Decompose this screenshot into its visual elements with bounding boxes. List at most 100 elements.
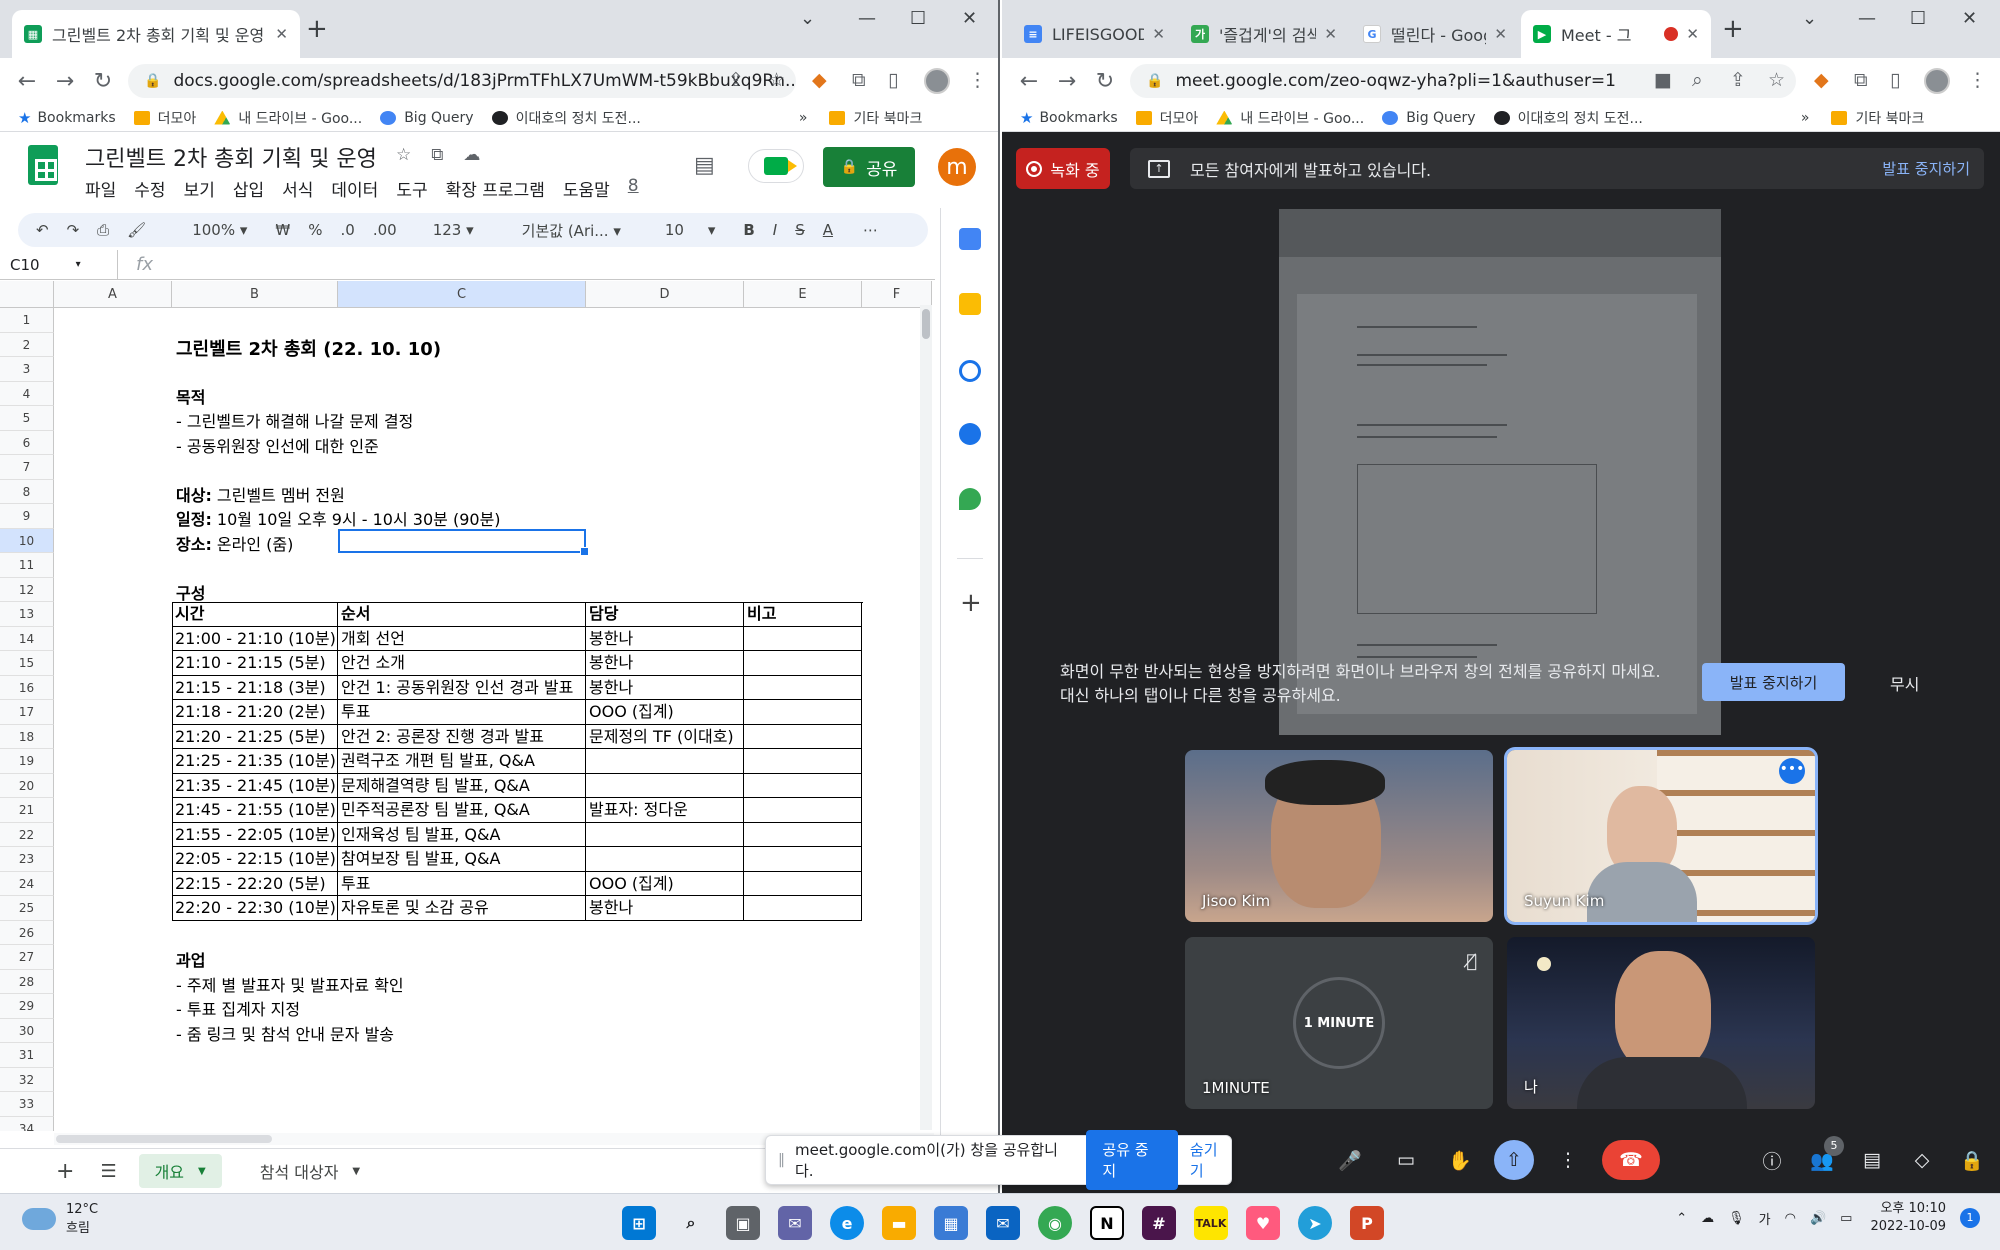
paint-format-icon[interactable]: 🖌: [127, 221, 146, 239]
table-cell[interactable]: 21:15 - 21:18 (3분): [172, 675, 338, 700]
notification-badge[interactable]: 1: [1960, 1208, 1980, 1228]
tasks-icon[interactable]: [959, 360, 981, 382]
table-cell[interactable]: 자유토론 및 소감 공유: [338, 896, 586, 921]
table-cell[interactable]: 21:10 - 21:15 (5분): [172, 651, 338, 676]
activities-icon[interactable]: ◇: [1902, 1140, 1942, 1180]
table-cell[interactable]: [744, 798, 862, 823]
tab-lifeisgoodday[interactable]: ≡LIFEISGOODAY✕: [1012, 10, 1177, 58]
table-cell[interactable]: 21:25 - 21:35 (10분): [172, 749, 338, 774]
mail-icon[interactable]: ✉: [986, 1206, 1020, 1240]
menu-extensions[interactable]: 확장 프로그램: [446, 176, 545, 201]
table-cell[interactable]: 22:20 - 22:30 (10분): [172, 896, 338, 921]
sheet-tab-attendees[interactable]: 참석 대상자 ▼: [244, 1154, 376, 1188]
bookmark-bigquery[interactable]: Big Query: [1382, 110, 1476, 126]
doc-title[interactable]: 그린벨트 2차 총회 기획 및 운영: [85, 141, 377, 173]
structure-label[interactable]: 구성: [176, 580, 205, 604]
table-cell[interactable]: OOO (집계): [586, 871, 744, 896]
close-tab-icon[interactable]: ✕: [1324, 25, 1337, 43]
more-bookmarks-icon[interactable]: »: [1801, 110, 1810, 126]
menu-dots-icon[interactable]: ⋮: [1968, 69, 1987, 91]
row-header[interactable]: 25: [0, 896, 54, 921]
mic-icon[interactable]: 🎙: [1728, 1211, 1745, 1226]
calendar-icon[interactable]: [959, 228, 981, 250]
menu-help[interactable]: 도움말: [563, 176, 610, 201]
row-header[interactable]: 30: [0, 1018, 54, 1043]
zoom-icon[interactable]: ⌕: [1692, 69, 1703, 91]
all-sheets-icon[interactable]: ☰: [100, 1161, 116, 1182]
start-icon[interactable]: ⊞: [622, 1206, 656, 1240]
tray-overflow-icon[interactable]: ⌃: [1676, 1211, 1687, 1226]
profile-avatar[interactable]: [1924, 68, 1950, 94]
tab-search[interactable]: 가 '즐겁게'의 검색 ✕: [1179, 10, 1349, 58]
close-window-icon[interactable]: ✕: [962, 8, 977, 29]
more-formats-button[interactable]: 123 ▾: [415, 221, 474, 239]
minimize-icon[interactable]: —: [1858, 8, 1876, 29]
close-tab-icon[interactable]: ✕: [275, 25, 288, 43]
add-sheet-icon[interactable]: +: [56, 1159, 74, 1184]
column-header-b[interactable]: B: [172, 281, 338, 308]
table-cell[interactable]: [744, 700, 862, 725]
share-button[interactable]: 🔒 공유: [823, 147, 915, 187]
row-header[interactable]: 11: [0, 553, 54, 578]
row-header[interactable]: 4: [0, 381, 54, 406]
search-icon[interactable]: ⌕: [674, 1206, 708, 1240]
row-header[interactable]: 8: [0, 479, 54, 504]
percent-button[interactable]: %: [308, 221, 322, 239]
wifi-icon[interactable]: ◠: [1785, 1211, 1796, 1226]
table-cell[interactable]: 투표: [338, 871, 586, 896]
column-header-d[interactable]: D: [586, 281, 744, 308]
row-header[interactable]: 9: [0, 504, 54, 529]
strikethrough-icon[interactable]: S: [795, 221, 805, 239]
row-header[interactable]: 14: [0, 626, 54, 651]
increase-decimal-button[interactable]: .00: [373, 221, 397, 239]
column-header-f[interactable]: F: [862, 281, 932, 308]
row-header[interactable]: 5: [0, 406, 54, 431]
table-cell[interactable]: 권력구조 개편 팀 발표, Q&A: [338, 749, 586, 774]
place-cell[interactable]: 장소: 온라인 (줌): [176, 531, 293, 555]
stop-presenting-link[interactable]: 발표 중지하기: [1882, 158, 1970, 179]
camera-in-use-icon[interactable]: ■: [1654, 69, 1672, 91]
table-cell[interactable]: [744, 724, 862, 749]
table-header-cell[interactable]: 비고: [744, 602, 862, 627]
close-tab-icon[interactable]: ✕: [1494, 25, 1507, 43]
table-cell[interactable]: 봉한나: [586, 626, 744, 651]
row-header[interactable]: 24: [0, 871, 54, 896]
recording-badge[interactable]: 녹화 중: [1016, 148, 1110, 189]
row-header[interactable]: 26: [0, 920, 54, 945]
notion-icon[interactable]: N: [1090, 1206, 1124, 1240]
sidepanel-icon[interactable]: ▯: [1890, 69, 1900, 91]
table-cell[interactable]: 21:45 - 21:55 (10분): [172, 798, 338, 823]
font-select[interactable]: 기본값 (Ari... ▾: [504, 220, 621, 241]
sidepanel-icon[interactable]: ▯: [888, 69, 898, 91]
stop-sharing-button[interactable]: 공유 중지: [1086, 1130, 1178, 1190]
menu-data[interactable]: 데이터: [331, 176, 378, 201]
table-cell[interactable]: 21:00 - 21:10 (10분): [172, 626, 338, 651]
more-options-icon[interactable]: ⋮: [1548, 1140, 1588, 1180]
participant-tile-suyun[interactable]: ••• Suyun Kim: [1507, 750, 1815, 922]
table-cell[interactable]: 봉한나: [586, 896, 744, 921]
redo-icon[interactable]: ↷: [67, 221, 80, 239]
table-cell[interactable]: [744, 896, 862, 921]
column-header-c[interactable]: C: [338, 281, 586, 308]
row-header[interactable]: 27: [0, 945, 54, 970]
table-cell[interactable]: [586, 822, 744, 847]
extensions-icon[interactable]: ⧉: [1854, 69, 1868, 91]
participant-tile-jisoo[interactable]: Jisoo Kim: [1185, 750, 1493, 922]
row-header[interactable]: 33: [0, 1092, 54, 1117]
table-cell[interactable]: OOO (집계): [586, 700, 744, 725]
table-header-cell[interactable]: 시간: [172, 602, 338, 627]
menu-tools[interactable]: 도구: [396, 176, 427, 201]
purpose-item[interactable]: - 그린벨트가 해결해 나갈 문제 결정: [176, 408, 413, 432]
table-cell[interactable]: [586, 773, 744, 798]
table-cell[interactable]: 21:35 - 21:45 (10분): [172, 773, 338, 798]
purpose-item[interactable]: - 공동위원장 인선에 대한 인준: [176, 433, 379, 457]
file-explorer-icon[interactable]: ▬: [882, 1206, 916, 1240]
forward-icon[interactable]: →: [46, 69, 84, 94]
table-header-cell[interactable]: 순서: [338, 602, 586, 627]
star-icon[interactable]: ☆: [1768, 69, 1785, 91]
address-bar[interactable]: 🔒 docs.google.com/spreadsheets/d/183jPrm…: [128, 64, 796, 98]
purpose-label[interactable]: 목적: [176, 384, 205, 408]
extensions-icon[interactable]: ⧉: [852, 69, 866, 91]
row-header[interactable]: 6: [0, 430, 54, 455]
row-header[interactable]: 13: [0, 602, 54, 627]
